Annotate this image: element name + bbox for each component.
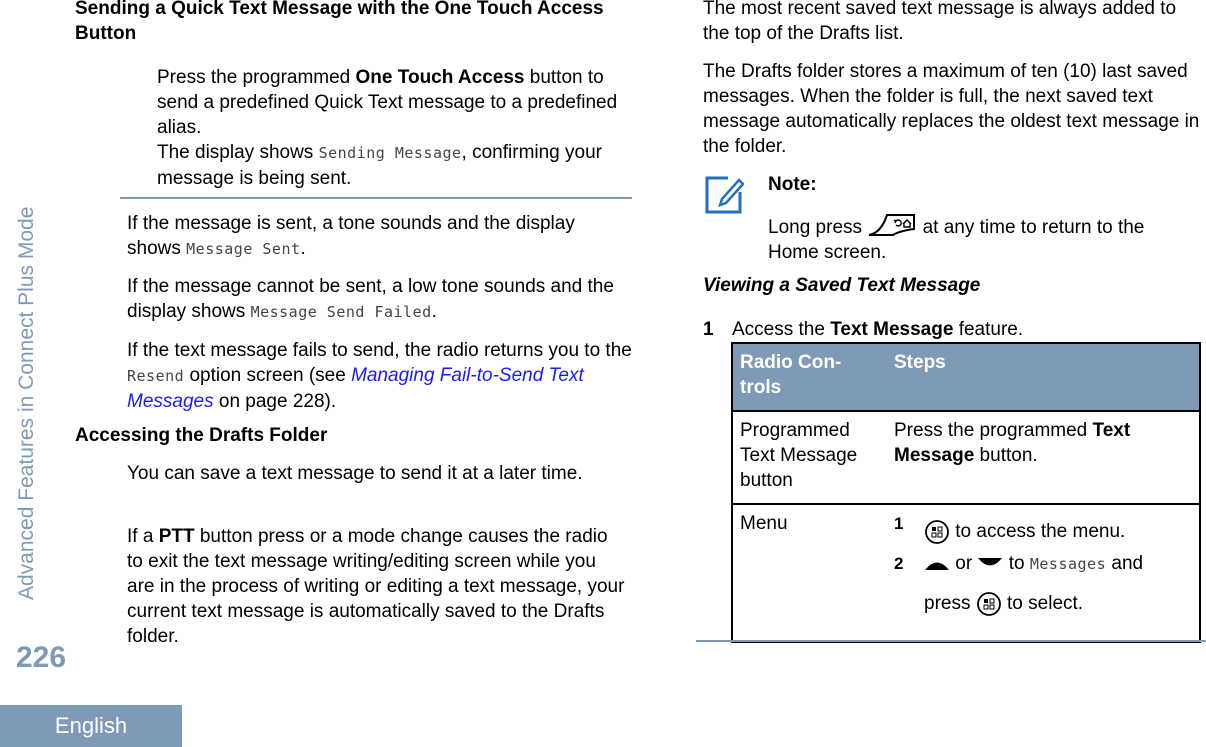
heading-send-quick-text: Sending a Quick Text Message with the On… — [75, 0, 604, 44]
menu-ok-button-icon — [925, 520, 949, 544]
substep-1: 1 to access the menu. — [894, 511, 1192, 545]
table-row: Menu 1 to access the menu. 2 or to Messa… — [731, 503, 1201, 643]
step-number: 2 — [894, 554, 904, 573]
text: . — [300, 238, 306, 259]
text: button. — [974, 445, 1038, 466]
language-tab: English — [0, 705, 182, 747]
para-drafts-save: You can save a text message to send it a… — [127, 463, 583, 484]
display-text: Message Sent — [186, 240, 301, 258]
substep-2: 2 or to Messages and press to select. — [894, 551, 1192, 617]
bold-text: One Touch Access — [355, 67, 525, 88]
text: Press the programmed — [894, 420, 1093, 441]
control-cell: Menu — [731, 503, 887, 643]
text: feature. — [953, 319, 1024, 340]
step-number: 1 — [894, 514, 904, 533]
table-row: Programmed Text Message button Press the… — [731, 410, 1201, 505]
para-message-failed: If the message cannot be sent, a low ton… — [127, 274, 627, 325]
section-title: Advanced Features in Connect Plus Mode — [15, 206, 38, 600]
para-recent-saved: The most recent saved text message is al… — [703, 0, 1177, 44]
text: to select. — [1001, 593, 1084, 615]
note-label: Note: — [768, 174, 817, 195]
back-home-button-icon — [869, 214, 916, 236]
display-text: Messages — [1029, 555, 1107, 573]
control-cell: Programmed Text Message button — [731, 410, 887, 505]
text: button press or a mode change causes the… — [127, 526, 625, 647]
heading-viewing-saved: Viewing a Saved Text Message — [703, 275, 981, 296]
text: on page 228). — [213, 391, 337, 412]
heading-drafts-folder: Accessing the Drafts Folder — [75, 425, 328, 446]
step-press-ota: Press the programmed One Touch Access bu… — [157, 65, 627, 191]
para-resend: If the text message fails to send, the r… — [127, 338, 632, 414]
display-text: Resend — [127, 367, 185, 385]
bold-text: PTT — [158, 526, 195, 547]
para-drafts-ptt: If a PTT button press or a mode change c… — [127, 524, 627, 649]
text: . — [431, 301, 437, 322]
header-steps: Steps — [887, 342, 1201, 412]
text: Long press — [768, 217, 868, 238]
text: press — [924, 593, 976, 615]
text: If a — [127, 526, 159, 547]
steps-cell: 1 to access the menu. 2 or to Messages a… — [887, 503, 1201, 643]
radio-controls-table: Radio Con-trols Steps Programmed Text Me… — [731, 342, 1201, 643]
note-text: Long press at any time to return to the … — [768, 211, 1198, 265]
text: to — [1003, 553, 1030, 574]
page-number: 226 — [16, 641, 67, 674]
text: Access the — [732, 319, 831, 340]
text: or — [950, 553, 978, 574]
text: option screen (see — [184, 365, 352, 386]
para-drafts-max: The Drafts folder stores a maximum of te… — [703, 61, 1200, 157]
display-text: Sending Message — [318, 144, 462, 162]
note-pencil-icon — [705, 176, 744, 214]
text: and — [1106, 553, 1144, 574]
up-arrow-button-icon — [925, 562, 949, 570]
step-number: 1 — [703, 319, 714, 340]
step-1: 1 Access the Text Message feature. — [703, 317, 1023, 342]
menu-ok-button-icon — [976, 592, 1001, 616]
para-message-sent: If the message is sent, a tone sounds an… — [127, 211, 627, 262]
divider — [120, 197, 632, 199]
header-radio-controls: Radio Con-trols — [731, 342, 887, 412]
table-header-row: Radio Con-trols Steps — [731, 342, 1201, 412]
display-text: Message Send Failed — [250, 303, 432, 321]
text: Press the programmed — [157, 67, 356, 88]
text: If the text message fails to send, the r… — [127, 340, 632, 361]
bold-text: Text Message — [830, 319, 954, 340]
down-arrow-button-icon — [978, 557, 1003, 566]
steps-cell: Press the programmed Text Message button… — [887, 410, 1201, 505]
text: to access the menu. — [950, 521, 1126, 543]
text: The display shows — [157, 142, 319, 163]
divider — [696, 640, 1206, 642]
